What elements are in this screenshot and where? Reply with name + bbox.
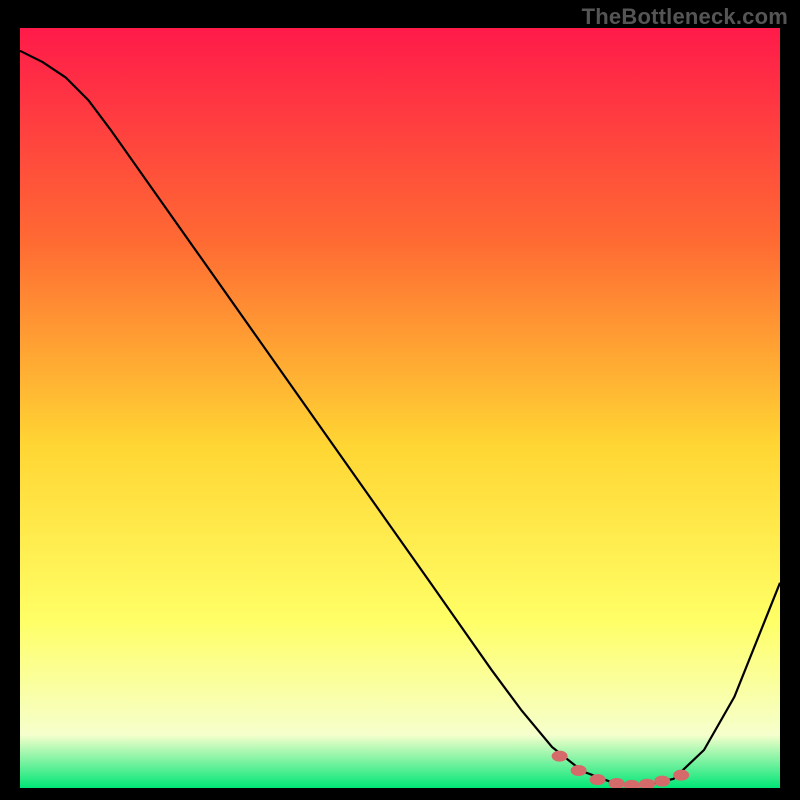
trough-marker bbox=[590, 774, 606, 785]
trough-marker bbox=[552, 751, 568, 762]
plot-frame bbox=[20, 28, 780, 788]
chart-container: TheBottleneck.com bbox=[0, 0, 800, 800]
trough-marker bbox=[571, 765, 587, 776]
trough-marker bbox=[654, 776, 670, 787]
gradient-background bbox=[20, 28, 780, 788]
trough-marker bbox=[673, 770, 689, 781]
chart-svg bbox=[20, 28, 780, 788]
attribution-label: TheBottleneck.com bbox=[582, 4, 788, 30]
